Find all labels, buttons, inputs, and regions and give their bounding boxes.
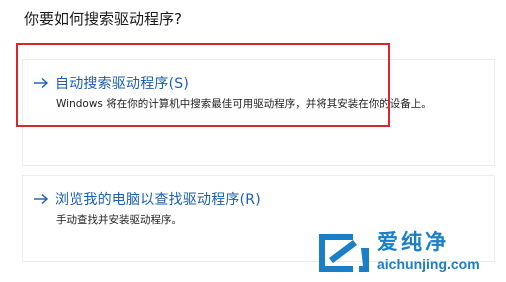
arrow-right-icon bbox=[34, 77, 49, 89]
browse-title-row[interactable]: 浏览我的电脑以查找驱动程序(R) bbox=[33, 189, 261, 209]
auto-search-title[interactable]: 自动搜索驱动程序(S) bbox=[55, 73, 189, 93]
dialog-question: 你要如何搜索驱动程序? bbox=[24, 10, 182, 28]
watermark-logo-icon bbox=[319, 234, 369, 272]
auto-search-description: Windows 将在你的计算机中搜索最佳可用驱动程序，并将其安装在你的设备上。 bbox=[56, 98, 432, 110]
browse-computer-description: 手动查找并安装驱动程序。 bbox=[56, 214, 182, 226]
arrow-right-icon bbox=[34, 193, 49, 205]
watermark-url-text: aichunjing.com bbox=[377, 256, 480, 272]
driver-search-dialog: 你要如何搜索驱动程序? 自动搜索驱动程序(S) Windows 将在你的计算机中… bbox=[0, 0, 506, 282]
auto-search-option[interactable]: 自动搜索驱动程序(S) Windows 将在你的计算机中搜索最佳可用驱动程序，并… bbox=[22, 59, 495, 166]
watermark: 爱纯净 aichunjing.com bbox=[313, 226, 501, 278]
browse-computer-title[interactable]: 浏览我的电脑以查找驱动程序(R) bbox=[55, 189, 261, 209]
auto-search-title-row[interactable]: 自动搜索驱动程序(S) bbox=[33, 73, 189, 93]
watermark-brand-text: 爱纯净 bbox=[377, 230, 449, 254]
